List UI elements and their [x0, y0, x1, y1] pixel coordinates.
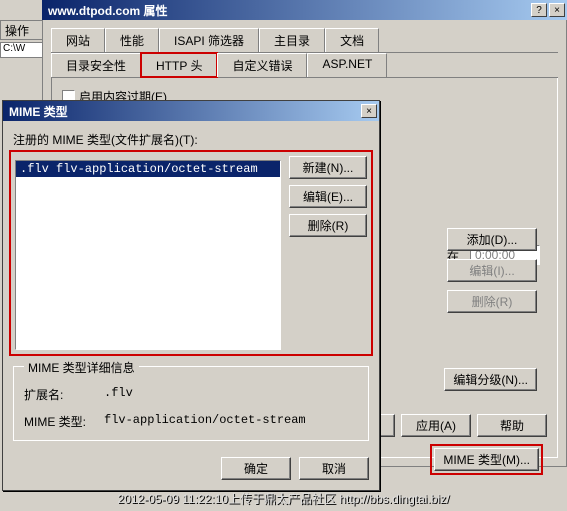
mime-delete-button[interactable]: 删除(R)	[289, 214, 367, 237]
type-label: MIME 类型:	[24, 413, 104, 430]
tab-dir-security[interactable]: 目录安全性	[51, 53, 141, 77]
tab-performance[interactable]: 性能	[105, 28, 159, 52]
mime-types-button[interactable]: MIME 类型(M)...	[434, 448, 539, 471]
tab-website[interactable]: 网站	[51, 28, 105, 52]
mime-listbox[interactable]: .flv flv-application/octet-stream	[15, 160, 281, 350]
watermark: 2012-05-09 11:22:10上传于鼎太产品社区 http://bbs.…	[0, 490, 567, 507]
mime-ok-button[interactable]: 确定	[221, 457, 291, 480]
mime-title: MIME 类型	[5, 103, 359, 120]
mime-types-dialog: MIME 类型 × 注册的 MIME 类型(文件扩展名)(T): .flv fl…	[2, 100, 380, 491]
mime-edit-button[interactable]: 编辑(E)...	[289, 185, 367, 208]
apply-button[interactable]: 应用(A)	[401, 414, 471, 437]
mime-details-group: MIME 类型详细信息 扩展名: .flv MIME 类型: flv-appli…	[13, 366, 369, 441]
add-button[interactable]: 添加(D)...	[447, 228, 537, 251]
close-icon[interactable]: ×	[549, 3, 565, 17]
delete-button: 删除(R)	[447, 290, 537, 313]
properties-titlebar: www.dtpod.com 属性 ? ×	[42, 0, 567, 20]
mime-side-buttons: 新建(N)... 编辑(E)... 删除(R)	[289, 156, 367, 350]
mime-cancel-button[interactable]: 取消	[299, 457, 369, 480]
tab-isapi[interactable]: ISAPI 筛选器	[159, 28, 259, 52]
tab-home-dir[interactable]: 主目录	[259, 28, 325, 52]
list-item[interactable]: .flv flv-application/octet-stream	[16, 161, 280, 177]
tab-documents[interactable]: 文档	[325, 28, 379, 52]
mime-button-group: MIME 类型(M)...	[434, 448, 539, 471]
edit-rating-button[interactable]: 编辑分级(N)...	[444, 368, 537, 391]
bg-menu-label[interactable]: 操作	[5, 22, 29, 39]
type-value: flv-application/octet-stream	[104, 413, 306, 430]
bg-address-bar[interactable]: C:\W	[0, 42, 46, 58]
mime-bottom-buttons: 确定 取消	[3, 451, 379, 490]
mime-titlebar: MIME 类型 ×	[3, 101, 379, 121]
registered-label: 注册的 MIME 类型(文件扩展名)(T):	[13, 131, 369, 148]
ext-label: 扩展名:	[24, 386, 104, 403]
tab-http-headers[interactable]: HTTP 头	[141, 53, 217, 77]
tab-aspnet[interactable]: ASP.NET	[307, 53, 387, 77]
mime-close-icon[interactable]: ×	[361, 104, 377, 118]
help-button[interactable]: 帮助	[477, 414, 547, 437]
new-button[interactable]: 新建(N)...	[289, 156, 367, 179]
tab-custom-errors[interactable]: 自定义错误	[217, 53, 307, 77]
rating-buttons: 编辑分级(N)...	[444, 368, 537, 391]
mime-body: 注册的 MIME 类型(文件扩展名)(T): .flv flv-applicat…	[3, 121, 379, 451]
tabs-row-1: 网站 性能 ISAPI 筛选器 主目录 文档	[51, 28, 558, 53]
ext-value: .flv	[104, 386, 133, 403]
help-button-icon[interactable]: ?	[531, 3, 547, 17]
details-legend: MIME 类型详细信息	[24, 359, 139, 376]
tabs-row-2: 目录安全性 HTTP 头 自定义错误 ASP.NET	[51, 53, 558, 78]
edit-button: 编辑(I)...	[447, 259, 537, 282]
mime-list-area: .flv flv-application/octet-stream 新建(N).…	[13, 154, 369, 352]
properties-title: www.dtpod.com 属性	[44, 2, 529, 19]
header-buttons: 添加(D)... 编辑(I)... 删除(R)	[447, 228, 537, 313]
